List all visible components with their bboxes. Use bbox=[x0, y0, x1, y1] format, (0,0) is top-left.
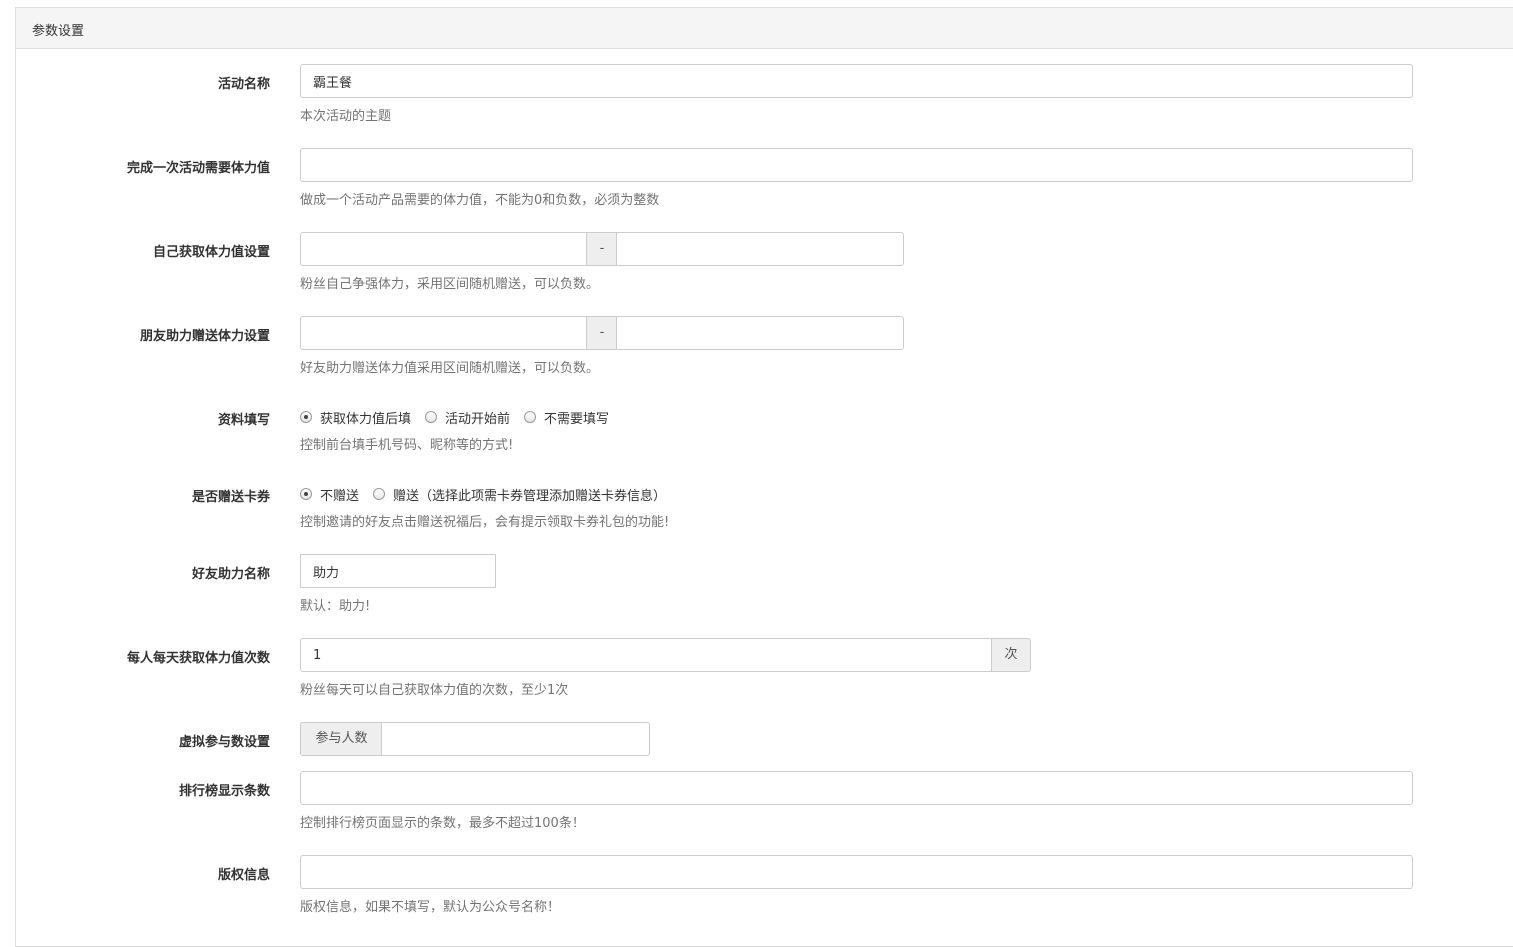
gift-card-help: 控制邀请的好友点击赠送祝福后，会有提示领取卡券礼包的功能! bbox=[300, 515, 670, 530]
info-fill-label: 资料填写 bbox=[217, 413, 270, 428]
stamina-required-help: 做成一个活动产品需要的体力值，不能为0和负数，必须为整数 bbox=[300, 193, 660, 208]
rank-count-input[interactable] bbox=[300, 771, 1413, 805]
self-stamina-separator: - bbox=[586, 232, 618, 266]
info-fill-radio-1[interactable] bbox=[425, 411, 438, 423]
copyright-label: 版权信息 bbox=[217, 868, 270, 883]
self-stamina-help: 粉丝自己争强体力，采用区间随机赠送，可以负数。 bbox=[300, 277, 600, 292]
info-fill-option-1[interactable]: 活动开始前 bbox=[445, 408, 510, 427]
daily-times-help: 粉丝每天可以自己获取体力值的次数，至少1次 bbox=[300, 683, 569, 698]
self-stamina-max-input[interactable] bbox=[616, 232, 904, 266]
copyright-input[interactable] bbox=[300, 855, 1413, 889]
daily-times-label: 每人每天获取体力值次数 bbox=[126, 651, 270, 666]
info-fill-radio-group: 获取体力值后填 活动开始前 不需要填写 bbox=[300, 407, 623, 427]
info-fill-option-2[interactable]: 不需要填写 bbox=[544, 408, 609, 427]
friend-stamina-separator: - bbox=[586, 316, 618, 350]
info-fill-help: 控制前台填手机号码、昵称等的方式! bbox=[300, 438, 514, 453]
help-name-help: 默认：助力! bbox=[300, 599, 371, 614]
help-name-input[interactable] bbox=[300, 554, 496, 588]
gift-card-option-0[interactable]: 不赠送 bbox=[320, 485, 359, 504]
gift-card-radio-group: 不赠送 赠送（选择此项需卡券管理添加赠送卡券信息） bbox=[300, 484, 680, 504]
rank-count-help: 控制排行榜页面显示的条数，最多不超过100条！ bbox=[300, 816, 585, 831]
activity-name-label: 活动名称 bbox=[217, 77, 270, 92]
info-fill-radio-2[interactable] bbox=[524, 411, 537, 423]
info-fill-option-0[interactable]: 获取体力值后填 bbox=[320, 408, 411, 427]
help-name-label: 好友助力名称 bbox=[191, 567, 270, 582]
virtual-participants-input[interactable] bbox=[381, 722, 650, 756]
virtual-participants-label: 虚拟参与数设置 bbox=[178, 735, 270, 750]
panel-title: 参数设置 bbox=[16, 8, 1513, 49]
daily-times-unit: 次 bbox=[991, 638, 1031, 672]
activity-name-input[interactable] bbox=[300, 64, 1413, 98]
friend-stamina-max-input[interactable] bbox=[616, 316, 904, 350]
self-stamina-min-input[interactable] bbox=[300, 232, 588, 266]
gift-card-radio-0[interactable] bbox=[300, 488, 312, 500]
activity-name-help: 本次活动的主题 bbox=[300, 109, 392, 124]
gift-card-radio-1[interactable] bbox=[373, 488, 386, 500]
daily-times-input[interactable] bbox=[300, 638, 993, 672]
info-fill-radio-0[interactable] bbox=[300, 411, 312, 423]
friend-stamina-help: 好友助力赠送体力值采用区间随机赠送，可以负数。 bbox=[300, 361, 600, 376]
stamina-required-label: 完成一次活动需要体力值 bbox=[126, 161, 270, 176]
friend-stamina-min-input[interactable] bbox=[300, 316, 588, 350]
rank-count-label: 排行榜显示条数 bbox=[178, 784, 270, 799]
gift-card-label: 是否赠送卡券 bbox=[191, 490, 270, 505]
self-stamina-label: 自己获取体力值设置 bbox=[152, 245, 270, 260]
virtual-participants-addon: 参与人数 bbox=[300, 722, 383, 756]
copyright-help: 版权信息，如果不填写，默认为公众号名称！ bbox=[300, 900, 561, 915]
stamina-required-input[interactable] bbox=[300, 148, 1413, 182]
friend-stamina-label: 朋友助力赠送体力设置 bbox=[139, 329, 270, 344]
gift-card-option-1[interactable]: 赠送（选择此项需卡券管理添加赠送卡券信息） bbox=[393, 485, 666, 504]
